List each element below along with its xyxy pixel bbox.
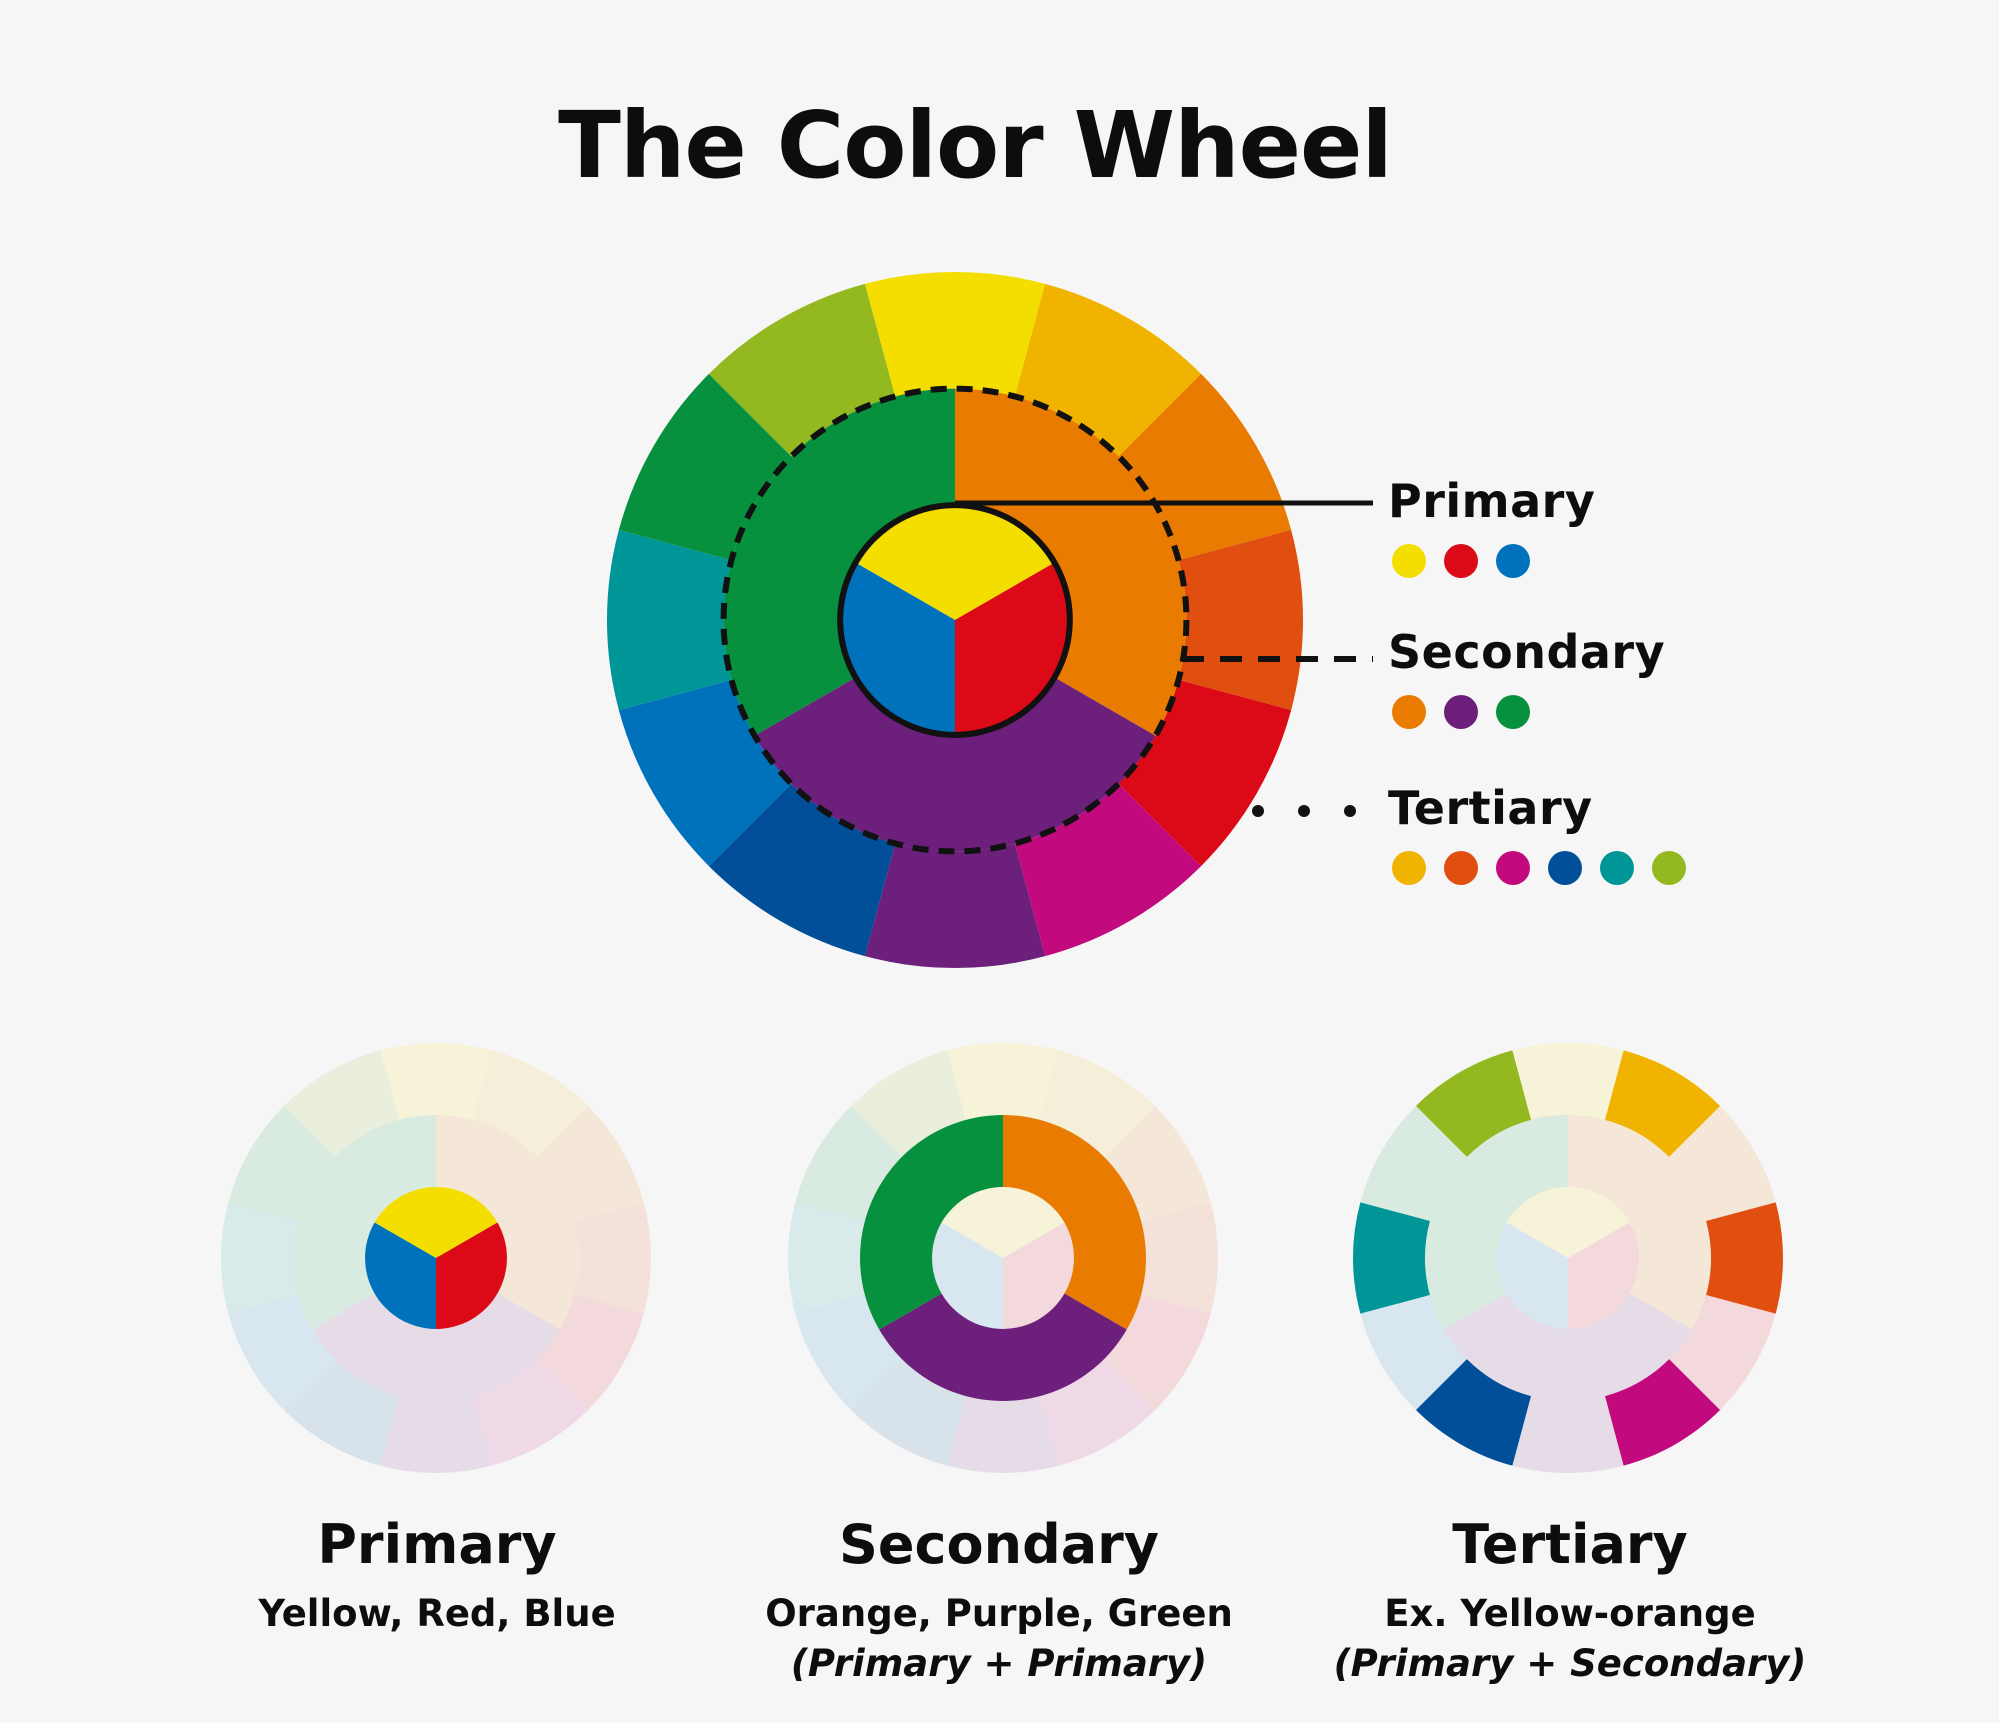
main-outer-segment-blue-green (606, 529, 732, 711)
main-color-wheel (606, 272, 1303, 968)
tertiary-example-outer-segment-blue-green (1353, 1202, 1430, 1314)
secondary-example-outer-segment-red-orange (1141, 1202, 1218, 1314)
caption-secondary-note: (Primary + Primary) (790, 1642, 1208, 1685)
caption-secondary-desc: Orange, Purple, Green (765, 1592, 1233, 1635)
main-outer-segment-red-orange (1178, 529, 1303, 711)
legend-label-secondary: Secondary (1388, 625, 1666, 679)
legend-swatch-primary-blue (1496, 544, 1530, 578)
main-outer-segment-purple (864, 843, 1046, 968)
tertiary-connector-dot-3 (1344, 805, 1356, 817)
legend-swatch-tertiary-red-purple (1496, 851, 1530, 885)
tertiary-connector-dot-2 (1298, 805, 1310, 817)
caption-secondary: Secondary Orange, Purple, Green (Primary… (679, 1515, 1319, 1689)
legend-swatch-secondary-orange (1392, 695, 1426, 729)
legend-swatch-secondary-green (1496, 695, 1530, 729)
tertiary-connector-dot-1 (1252, 805, 1264, 817)
primary-example-outer-segment-purple (380, 1396, 492, 1473)
legend-swatch-primary-yellow (1392, 544, 1426, 578)
primary-example-outer-segment-red-orange (574, 1202, 651, 1314)
tertiary-example-wheel (1353, 1043, 1783, 1473)
legend-label-tertiary: Tertiary (1388, 781, 1593, 835)
secondary-example-outer-segment-yellow (947, 1043, 1059, 1120)
secondary-example-wheel (788, 1043, 1218, 1473)
legend-swatch-tertiary-yellow-green (1652, 851, 1686, 885)
caption-tertiary-desc: Ex. Yellow-orange (1384, 1592, 1756, 1635)
caption-secondary-title: Secondary (839, 1513, 1159, 1576)
caption-tertiary-title: Tertiary (1452, 1513, 1688, 1576)
legend-label-primary: Primary (1388, 474, 1596, 528)
primary-example-outer-segment-blue-green (221, 1202, 298, 1314)
main-outer-segment-yellow (864, 272, 1046, 397)
primary-example-outer-segment-yellow (380, 1043, 492, 1120)
tertiary-example-outer-segment-yellow (1512, 1043, 1624, 1120)
tertiary-example-outer-segment-purple (1512, 1396, 1624, 1473)
legend-swatch-tertiary-red-orange (1444, 851, 1478, 885)
legend-swatch-tertiary-yellow-orange (1392, 851, 1426, 885)
caption-primary-title: Primary (317, 1513, 557, 1576)
caption-tertiary: Tertiary Ex. Yellow-orange (Primary + Se… (1250, 1515, 1890, 1689)
tertiary-example-outer-segment-red-orange (1706, 1202, 1783, 1314)
primary-example-wheel (221, 1043, 651, 1473)
legend-swatch-primary-red (1444, 544, 1478, 578)
secondary-example-outer-segment-purple (947, 1396, 1059, 1473)
legend-swatch-tertiary-blue-purple (1548, 851, 1582, 885)
secondary-example-outer-segment-blue-green (788, 1202, 865, 1314)
caption-primary-desc: Yellow, Red, Blue (258, 1592, 616, 1635)
caption-primary: Primary Yellow, Red, Blue (117, 1515, 757, 1639)
legend-swatch-secondary-purple (1444, 695, 1478, 729)
legend-swatch-tertiary-blue-green (1600, 851, 1634, 885)
color-wheel-diagram (221, 272, 1783, 1473)
caption-tertiary-note: (Primary + Secondary) (1333, 1642, 1807, 1685)
